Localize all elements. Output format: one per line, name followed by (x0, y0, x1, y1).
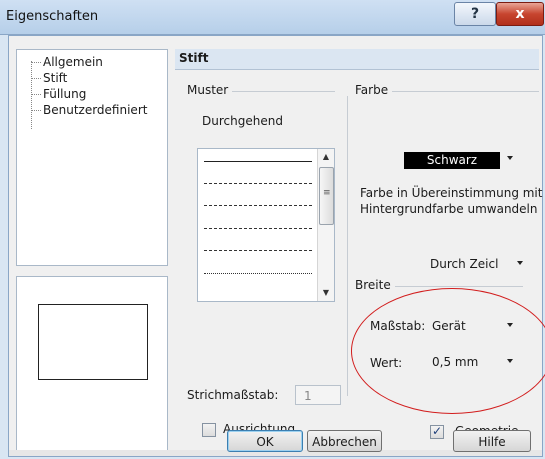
convert-color-text-line1: Farbe in Übereinstimmung mit (360, 186, 543, 200)
pattern-long-dash-dot[interactable] (204, 205, 312, 207)
tree-item-benutzerdefiniert[interactable]: Benutzerdefiniert (17, 102, 165, 118)
scroll-up-icon[interactable]: ▲ (318, 149, 334, 165)
close-button[interactable]: x (496, 2, 544, 26)
geometrie-checkbox[interactable]: ✓ (430, 424, 444, 439)
scroll-down-icon[interactable]: ▼ (318, 285, 334, 301)
help-title-button[interactable]: ? (454, 2, 496, 26)
durch-zeichen-dropdown[interactable]: Durch Zeicl (430, 255, 526, 275)
grip-icon: ≡ (323, 188, 331, 198)
strichmassstab-input[interactable]: 1 (295, 385, 341, 405)
panel-title-bar: Stift (175, 49, 539, 70)
tree-item-label: Stift (43, 71, 68, 85)
tree-branch (31, 110, 41, 111)
pattern-scrollbar[interactable]: ▲ ≡ ▼ (317, 149, 334, 301)
tree-item-stift[interactable]: Stift (17, 70, 165, 86)
color-swatch: Schwarz (404, 152, 500, 169)
pattern-solid[interactable] (204, 161, 312, 163)
hilfe-button[interactable]: Hilfe (453, 430, 531, 452)
category-tree[interactable]: Allgemein Stift Füllung Benutzerdefinier… (16, 49, 168, 266)
convert-color-text-line2: Hintergrundfarbe umwandeln (360, 202, 538, 216)
dialog-client: Allgemein Stift Füllung Benutzerdefinier… (8, 35, 545, 457)
tree-item-label: Allgemein (43, 55, 103, 69)
muster-group-label: Muster (187, 83, 233, 97)
strichmassstab-label: Strichmaßstab: (187, 388, 279, 402)
scroll-thumb[interactable]: ≡ (319, 167, 334, 225)
pattern-list[interactable]: ▲ ≡ ▼ (197, 148, 335, 302)
tree-branch (31, 94, 41, 95)
tree-item-label: Füllung (43, 87, 87, 101)
abbrechen-button[interactable]: Abbrechen (307, 430, 382, 452)
pattern-dash-dot[interactable] (204, 228, 312, 230)
highlight-ellipse (351, 288, 545, 414)
tree-item-allgemein[interactable]: Allgemein (17, 54, 165, 70)
breite-group-label: Breite (355, 278, 395, 292)
ok-button[interactable]: OK (227, 430, 303, 452)
pattern-dashed[interactable] (204, 250, 312, 252)
pattern-dash-dot-dot[interactable] (204, 183, 312, 185)
preview-rectangle (38, 304, 148, 380)
preview-box (16, 276, 168, 453)
ausrichtung-checkbox[interactable] (202, 423, 216, 437)
farbe-group-label: Farbe (355, 83, 393, 97)
tree-branch (31, 78, 41, 79)
panel-title: Stift (179, 51, 209, 65)
durch-zeichen-value: Durch Zeicl (430, 257, 499, 271)
chevron-down-icon (517, 261, 523, 265)
color-dropdown[interactable]: Schwarz (404, 150, 516, 170)
checkmark-icon: ✓ (432, 424, 443, 438)
title-bar: Eigenschaften ? x (0, 0, 545, 35)
window-title: Eigenschaften (6, 9, 99, 24)
tree-branch (31, 62, 41, 63)
chevron-down-icon (507, 156, 513, 160)
pattern-dash-dot-dot-fine[interactable] (204, 273, 312, 275)
column-separator (347, 96, 348, 396)
close-icon: x (515, 6, 525, 22)
tree-item-label: Benutzerdefiniert (43, 103, 148, 117)
current-pattern-label: Durchgehend (202, 114, 283, 128)
help-icon: ? (470, 6, 480, 22)
tree-item-fuellung[interactable]: Füllung (17, 86, 165, 102)
